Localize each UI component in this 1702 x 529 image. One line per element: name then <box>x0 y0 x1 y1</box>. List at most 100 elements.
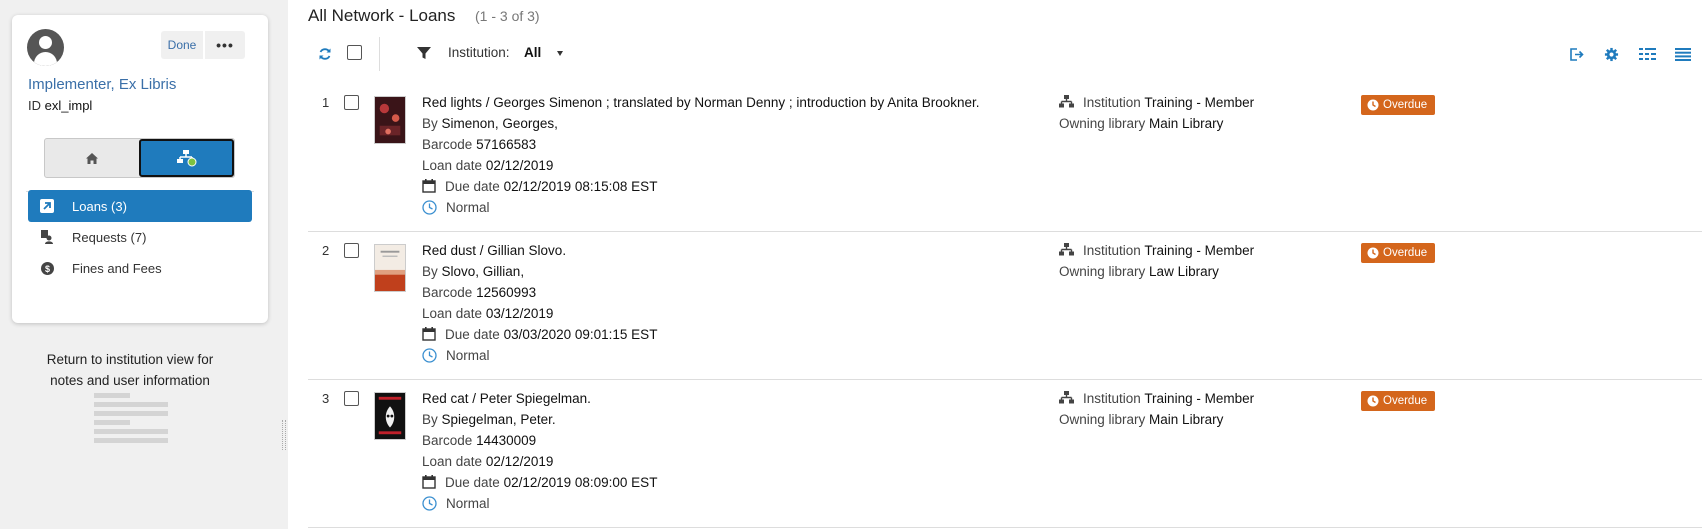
settings-button[interactable] <box>1602 45 1620 63</box>
view-toggle <box>44 138 235 178</box>
nav-label-loans: Loans (3) <box>72 198 127 214</box>
author-value: Simenon, Georges, <box>441 116 558 131</box>
by-label: By <box>422 116 438 131</box>
institution-hierarchy-icon <box>1059 95 1074 108</box>
owning-library: Owning library Main Library <box>1059 412 1223 427</box>
loan-title[interactable]: Red dust / Gillian Slovo. <box>422 243 566 258</box>
overdue-label: Overdue <box>1383 99 1428 111</box>
loan-policy: Normal <box>422 200 490 215</box>
user-id-label: ID <box>28 98 41 113</box>
owning-library: Owning library Main Library <box>1059 116 1223 131</box>
chevron-down-icon[interactable] <box>557 51 563 56</box>
calendar-icon <box>422 475 436 489</box>
institution-info: Institution Training - Member <box>1059 243 1254 258</box>
barcode-value: 14430009 <box>476 433 537 448</box>
institution-info: Institution Training - Member <box>1059 95 1254 110</box>
institution-view-button[interactable] <box>45 139 139 177</box>
clock-icon <box>422 496 437 511</box>
loans-icon <box>40 199 54 213</box>
network-view-button[interactable] <box>139 139 234 177</box>
loan-barcode: Barcode 12560993 <box>422 285 536 300</box>
loan-row: 3 Red cat / Peter Spiegelman. By Spiegel… <box>308 380 1702 528</box>
user-panel: Done ••• Implementer, Ex Libris ID exl_i… <box>0 0 288 529</box>
due-date: Due date 02/12/2019 08:15:08 EST <box>422 179 657 194</box>
owning-library: Owning library Law Library <box>1059 264 1219 279</box>
network-hierarchy-icon <box>176 150 197 167</box>
book-cover-thumbnail[interactable] <box>374 244 406 292</box>
loan-date-label: Loan date <box>422 454 483 469</box>
list-view-button[interactable] <box>1674 45 1692 63</box>
overdue-clock-icon <box>1367 247 1379 259</box>
loan-author: By Simenon, Georges, <box>422 116 558 131</box>
book-cover-thumbnail[interactable] <box>374 96 406 144</box>
loan-date-value: 02/12/2019 <box>485 158 554 173</box>
overdue-clock-icon <box>1367 395 1379 407</box>
nav-item-fines[interactable]: $ Fines and Fees <box>28 252 252 284</box>
due-date-value: 02/12/2019 08:09:00 EST <box>503 475 658 490</box>
row-checkbox[interactable] <box>344 243 359 258</box>
calendar-icon <box>422 179 436 193</box>
calendar-icon <box>422 327 436 341</box>
row-checkbox[interactable] <box>344 95 359 110</box>
return-to-institution-text: Return to institution view for notes and… <box>46 352 214 388</box>
policy-value: Normal <box>446 200 490 215</box>
overdue-badge: Overdue <box>1361 391 1436 411</box>
loan-barcode: Barcode 14430009 <box>422 433 536 448</box>
loan-title[interactable]: Red lights / Georges Simenon ; translate… <box>422 95 980 110</box>
gear-icon <box>1604 47 1618 61</box>
loan-date: Loan date 02/12/2019 <box>422 454 553 469</box>
due-date-label: Due date <box>445 475 500 490</box>
owning-library-value: Law Library <box>1149 264 1219 279</box>
due-date-label: Due date <box>445 327 500 342</box>
requests-icon <box>41 230 53 244</box>
refresh-button[interactable] <box>316 45 334 63</box>
due-date: Due date 02/12/2019 08:09:00 EST <box>422 475 657 490</box>
page-title: All Network - Loans <box>308 6 456 25</box>
author-value: Spiegelman, Peter. <box>441 412 556 427</box>
due-date: Due date 03/03/2020 09:01:15 EST <box>422 327 657 342</box>
institution-label: Institution <box>1083 95 1141 110</box>
customize-columns-button[interactable] <box>1638 45 1656 63</box>
institution-info: Institution Training - Member <box>1059 391 1254 406</box>
result-count: (1 - 3 of 3) <box>475 8 540 24</box>
institution-hierarchy-icon <box>1059 243 1074 256</box>
export-button[interactable] <box>1567 45 1585 63</box>
filter-icon[interactable] <box>416 45 432 61</box>
loan-policy: Normal <box>422 348 490 363</box>
by-label: By <box>422 412 438 427</box>
avatar <box>27 29 64 66</box>
institution-filter-value[interactable]: All <box>524 45 541 60</box>
institution-value: Training - Member <box>1144 243 1255 258</box>
loan-row: 1 Red lights / Georges Simenon ; transla… <box>308 84 1702 232</box>
row-checkbox[interactable] <box>344 391 359 406</box>
institution-hierarchy-icon <box>1059 391 1074 404</box>
barcode-value: 57166583 <box>476 137 537 152</box>
panel-resize-handle[interactable] <box>282 420 286 450</box>
loan-author: By Slovo, Gillian, <box>422 264 524 279</box>
due-date-value: 03/03/2020 09:01:15 EST <box>503 327 658 342</box>
policy-value: Normal <box>446 496 490 511</box>
loan-title[interactable]: Red cat / Peter Spiegelman. <box>422 391 591 406</box>
toolbar-divider <box>379 37 380 71</box>
select-all-checkbox[interactable] <box>347 45 362 60</box>
book-cover-thumbnail[interactable] <box>374 392 406 440</box>
user-name-link[interactable]: Implementer, Ex Libris <box>28 76 176 93</box>
loan-barcode: Barcode 57166583 <box>422 137 536 152</box>
list-view-icon <box>1675 47 1691 61</box>
done-button[interactable]: Done <box>161 31 203 59</box>
barcode-value: 12560993 <box>476 285 537 300</box>
owning-library-label: Owning library <box>1059 412 1146 427</box>
loan-policy: Normal <box>422 496 490 511</box>
nav-item-requests[interactable]: Requests (7) <box>28 221 252 253</box>
institution-label: Institution <box>1083 243 1141 258</box>
nav-item-loans[interactable]: Loans (3) <box>28 190 252 222</box>
owning-library-label: Owning library <box>1059 116 1146 131</box>
owning-library-value: Main Library <box>1149 116 1224 131</box>
row-number: 1 <box>322 95 330 110</box>
more-options-button[interactable]: ••• <box>205 31 245 59</box>
nav-label-fines: Fines and Fees <box>72 260 162 276</box>
loan-date: Loan date 03/12/2019 <box>422 306 553 321</box>
institution-value: Training - Member <box>1144 391 1255 406</box>
loan-date-label: Loan date <box>422 306 483 321</box>
institution-label: Institution <box>1083 391 1141 406</box>
